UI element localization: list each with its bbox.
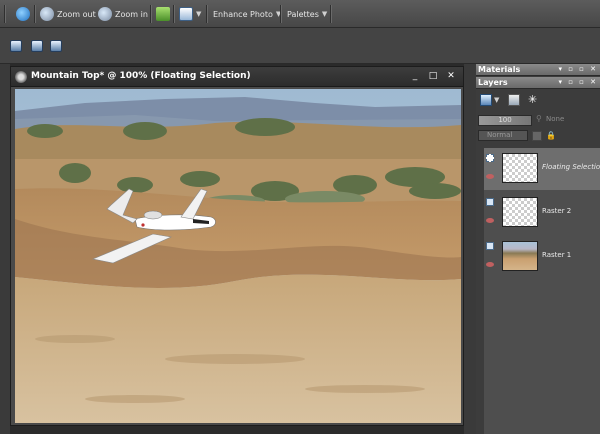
photo-button[interactable] (156, 6, 170, 22)
image-window-titlebar[interactable]: Mountain Top* @ 100% (Floating Selection… (11, 67, 463, 87)
layer-list: Floating Selection Raster 2 Raster 1 (484, 148, 600, 434)
image-window: Mountain Top* @ 100% (Floating Selection… (10, 66, 464, 426)
eye-icon[interactable] (486, 218, 494, 223)
opacity-row: 100 ⚲ None (476, 112, 600, 128)
image-icon[interactable] (50, 40, 62, 52)
close-button[interactable]: ✕ (445, 70, 457, 82)
layer-row-raster-2[interactable]: Raster 2 (484, 192, 600, 234)
info-button[interactable] (16, 6, 30, 22)
lock-icon[interactable]: 🔒 (546, 131, 556, 141)
zoom-in-label: Zoom in (115, 9, 148, 19)
materials-panel-header[interactable]: Materials ▾ ▫ ▫ ✕ (476, 64, 600, 76)
raster-layer-icon (486, 198, 494, 206)
materials-title: Materials (478, 65, 521, 74)
blend-row: Normal 🔒 (476, 128, 600, 142)
tools-strip (0, 64, 10, 434)
view-icon (179, 7, 193, 21)
zoom-in-button[interactable]: Zoom in (98, 6, 148, 22)
image-canvas[interactable] (15, 89, 461, 423)
layer-thumbnail (502, 241, 538, 271)
eye-icon[interactable] (486, 262, 494, 267)
delete-layer-icon[interactable] (508, 94, 520, 106)
palettes-area: Materials ▾ ▫ ▫ ✕ Layers ▾ ▫ ▫ ✕ ▼ ✳ 100… (476, 64, 600, 434)
layers-title: Layers (478, 78, 508, 87)
info-icon (16, 7, 30, 21)
photo-image (15, 89, 461, 423)
enhance-photo-menu[interactable]: Enhance Photo ▼ (213, 6, 281, 22)
zoom-out-icon (40, 7, 54, 21)
opacity-slider[interactable]: 100 (478, 115, 532, 126)
selection-icon (486, 154, 494, 162)
blend-mode-select[interactable]: Normal (478, 130, 528, 141)
link-icon: ⚲ (536, 114, 542, 123)
layer-row-floating-selection[interactable]: Floating Selection (484, 148, 600, 190)
layer-name: Floating Selection (542, 163, 600, 171)
layer-thumbnail (502, 153, 538, 183)
layer-name: Raster 1 (542, 251, 572, 259)
palettes-label: Palettes (287, 9, 319, 19)
zoom-in-icon (98, 7, 112, 21)
layer-thumbnail (502, 197, 538, 227)
chevron-down-icon[interactable]: ▼ (494, 96, 499, 104)
maximize-button[interactable]: □ (427, 70, 439, 82)
tool-options-bar (0, 28, 600, 64)
zoom-out-label: Zoom out (57, 9, 96, 19)
new-layer-icon[interactable] (480, 94, 492, 106)
select-tool-icon[interactable] (10, 40, 22, 52)
selection-label: None (546, 115, 565, 123)
window-icon (15, 71, 27, 83)
view-dropdown-button[interactable]: ▼ (179, 6, 201, 22)
minimize-button[interactable]: _ (409, 70, 421, 82)
layer-row-raster-1[interactable]: Raster 1 (484, 236, 600, 278)
raster-layer-icon (486, 242, 494, 250)
layers-toolbar: ▼ ✳ (476, 88, 600, 110)
palettes-menu[interactable]: Palettes ▼ (287, 6, 327, 22)
image-window-title: Mountain Top* @ 100% (Floating Selection… (31, 71, 251, 81)
eye-icon[interactable] (486, 174, 494, 179)
panel-window-buttons[interactable]: ▾ ▫ ▫ ✕ (558, 65, 598, 73)
copy-icon[interactable] (31, 40, 43, 52)
zoom-out-button[interactable]: Zoom out (40, 6, 96, 22)
main-toolbar: Zoom out Zoom in ▼ Enhance Photo ▼ Palet… (0, 0, 600, 28)
photo-icon (156, 7, 170, 21)
layer-effects-icon[interactable]: ✳ (528, 94, 540, 106)
enhance-photo-label: Enhance Photo (213, 9, 273, 19)
chevron-down-icon: ▼ (196, 10, 202, 18)
layer-name: Raster 2 (542, 207, 572, 215)
lock-transparency-icon[interactable] (532, 131, 542, 141)
workspace-gutter (464, 64, 476, 434)
chevron-down-icon: ▼ (321, 10, 328, 18)
panel-window-buttons[interactable]: ▾ ▫ ▫ ✕ (558, 78, 598, 86)
